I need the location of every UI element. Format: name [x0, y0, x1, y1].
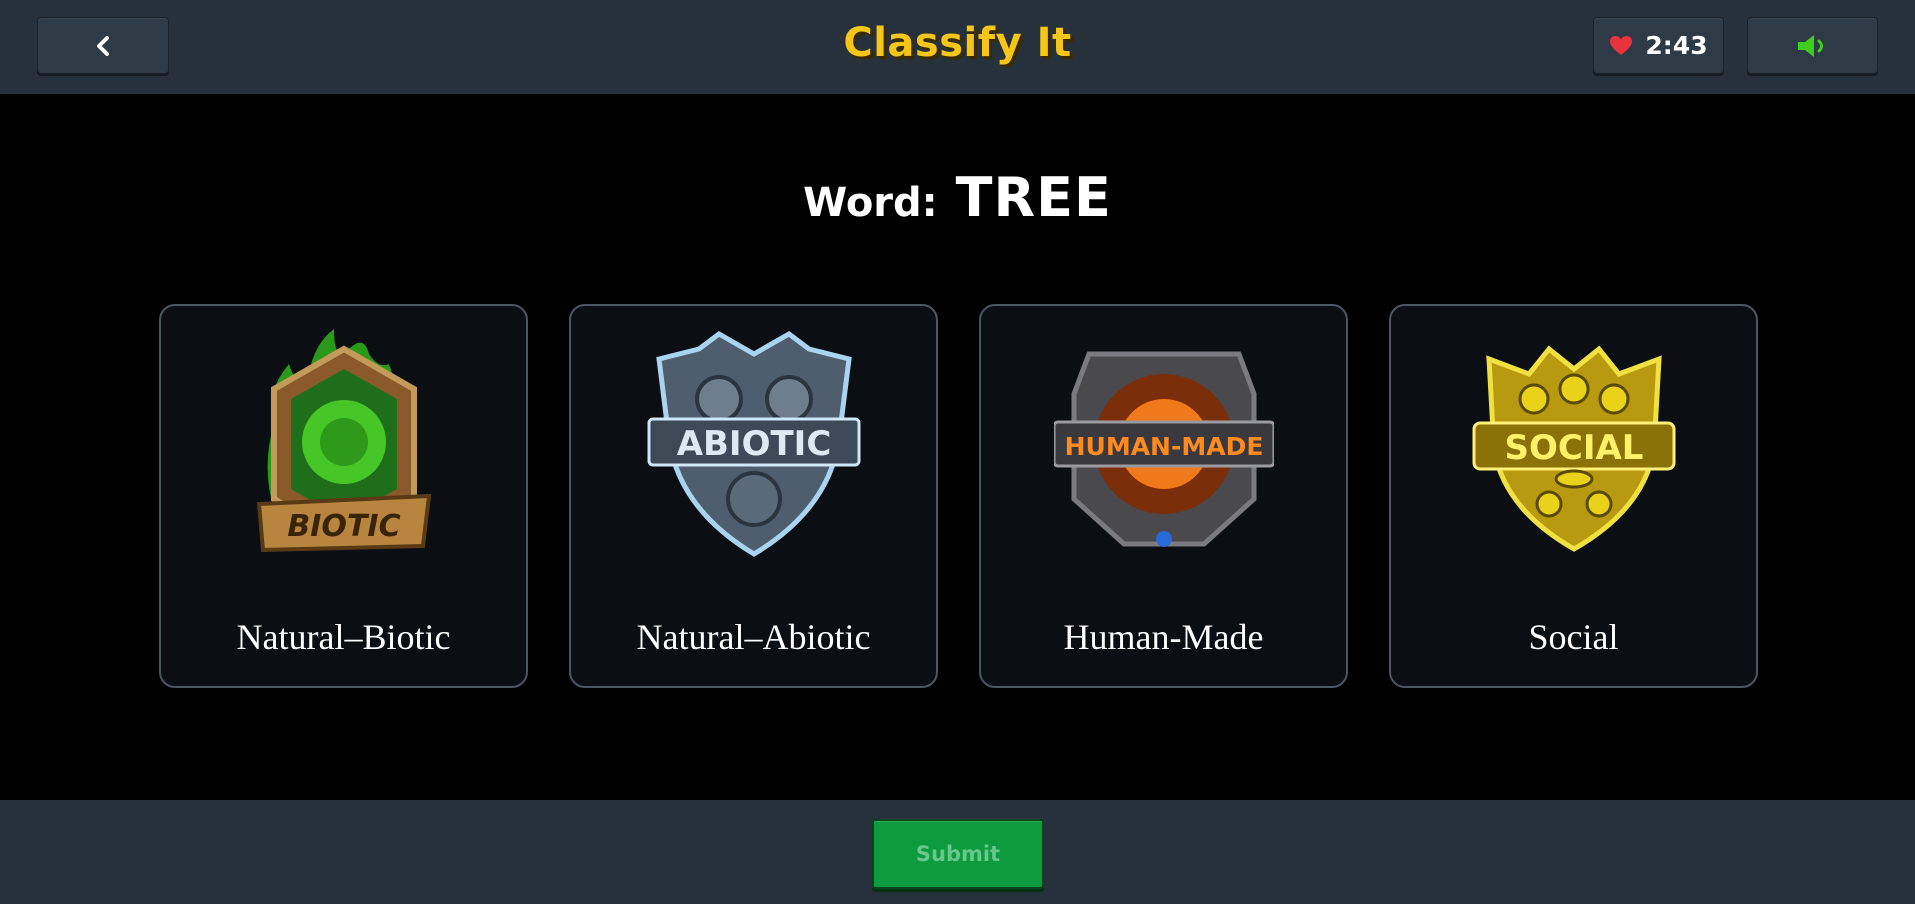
category-card-natural-abiotic[interactable]: ABIOTIC Natural–Abiotic: [569, 304, 938, 688]
timer-display: 2:43: [1593, 17, 1724, 74]
svg-text:SOCIAL: SOCIAL: [1504, 428, 1643, 468]
sound-toggle-button[interactable]: [1747, 17, 1878, 74]
category-label: Natural–Biotic: [236, 617, 451, 657]
category-label: Social: [1528, 617, 1619, 657]
human-made-badge: HUMAN-MADE: [981, 324, 1346, 574]
word-label: Word:: [803, 180, 938, 226]
speaker-icon: [1797, 34, 1823, 57]
abiotic-badge: ABIOTIC: [571, 324, 936, 574]
word-prompt: Word: TREE: [0, 166, 1915, 229]
human-made-badge-icon: HUMAN-MADE: [1053, 351, 1274, 547]
category-card-social[interactable]: SOCIAL Social: [1389, 304, 1758, 688]
category-card-natural-biotic[interactable]: BIOTIC Natural–Biotic: [159, 304, 528, 688]
heart-icon: [1610, 35, 1633, 55]
svg-text:ABIOTIC: ABIOTIC: [676, 424, 831, 464]
timer-value: 2:43: [1645, 31, 1708, 60]
category-card-human-made[interactable]: HUMAN-MADE Human-Made: [979, 304, 1348, 688]
svg-text:HUMAN-MADE: HUMAN-MADE: [1064, 432, 1263, 461]
submit-button[interactable]: Submit: [872, 819, 1044, 889]
category-label: Human-Made: [1063, 617, 1264, 657]
svg-text:BIOTIC: BIOTIC: [287, 509, 400, 544]
social-badge-icon: SOCIAL: [1472, 345, 1675, 552]
social-badge: SOCIAL: [1391, 324, 1756, 574]
word-value: TREE: [955, 166, 1112, 229]
biotic-badge-icon: BIOTIC: [256, 329, 431, 553]
category-label: Natural–Abiotic: [636, 617, 871, 657]
biotic-badge: BIOTIC: [161, 324, 526, 574]
abiotic-badge-icon: ABIOTIC: [647, 331, 860, 557]
